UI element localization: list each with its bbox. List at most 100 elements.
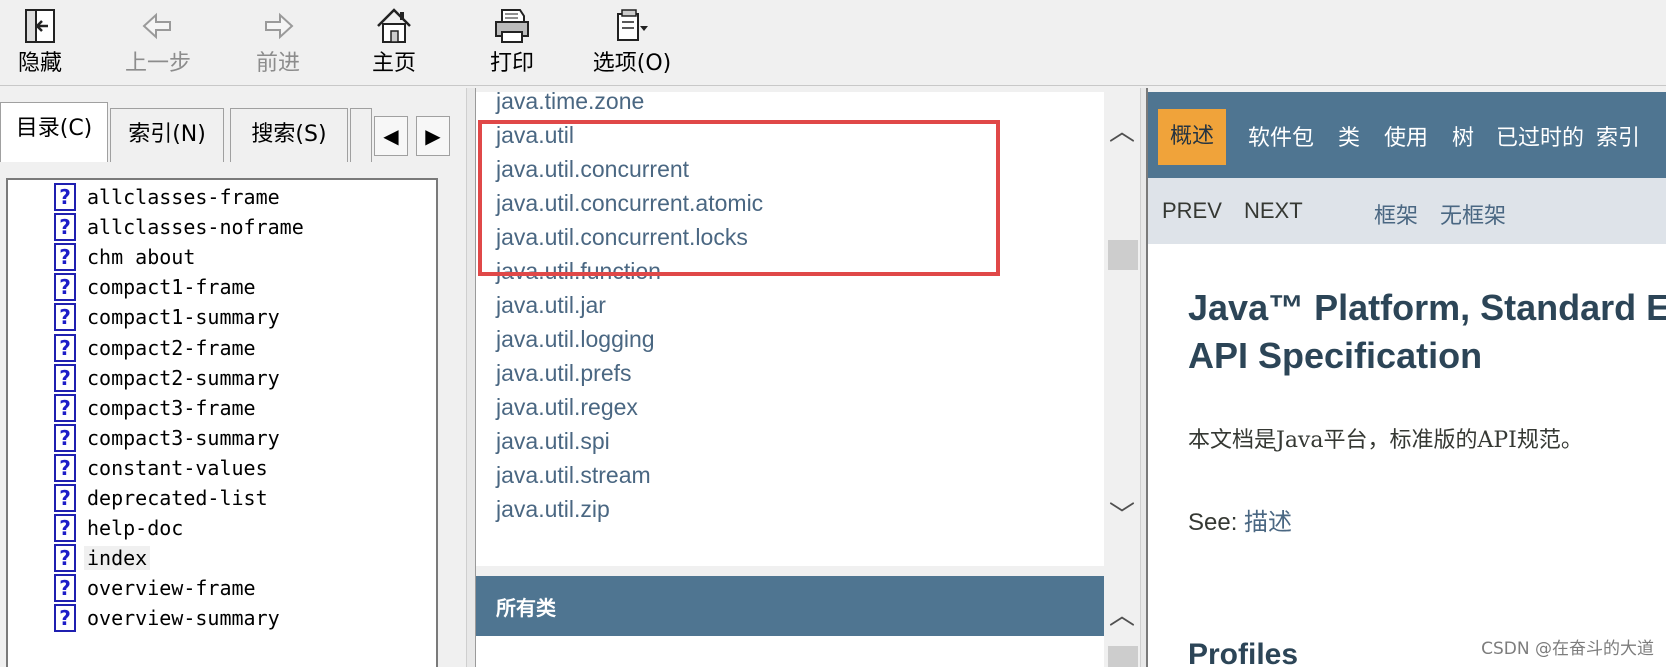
tree-item[interactable]: ? help-doc: [54, 513, 186, 543]
forward-button[interactable]: 前进: [228, 0, 328, 84]
help-page-icon: ?: [54, 514, 76, 543]
tab-search[interactable]: 搜索(S): [230, 108, 348, 162]
package-link[interactable]: java.util.logging: [496, 326, 655, 353]
home-icon: [377, 8, 411, 43]
packages-frame: java.time.zone java.util java.util.concurr…: [476, 92, 1104, 566]
package-link[interactable]: java.util.stream: [496, 462, 651, 489]
package-link[interactable]: java.util.function: [496, 258, 661, 285]
tree-item[interactable]: ? allclasses-frame: [54, 182, 283, 212]
tree-item-label: chm about: [87, 245, 196, 270]
profiles-heading: Profiles: [1188, 638, 1299, 667]
home-label: 主页: [371, 51, 416, 76]
package-link[interactable]: java.util.concurrent.atomic: [496, 190, 763, 217]
see-description-link[interactable]: 描述: [1244, 509, 1292, 536]
print-label: 打印: [489, 51, 534, 76]
tree-item[interactable]: ? index: [54, 543, 151, 573]
prev-link[interactable]: PREV: [1162, 198, 1222, 224]
tab-contents[interactable]: 目录(C): [0, 102, 108, 162]
package-link[interactable]: java.util.prefs: [496, 360, 632, 387]
frames-link[interactable]: 框架: [1374, 198, 1418, 230]
back-label: 上一步: [124, 51, 191, 76]
all-classes-frame: 所有类: [476, 572, 1104, 667]
tab-index[interactable]: 索引(N): [110, 108, 224, 162]
pane-splitter[interactable]: [466, 88, 476, 667]
tree-item[interactable]: ? compact2-summary: [54, 363, 283, 393]
back-arrow-icon: [142, 12, 171, 40]
package-link[interactable]: java.util.jar: [496, 292, 606, 319]
help-page-icon: ?: [54, 363, 76, 392]
nav-tab[interactable]: 树: [1452, 120, 1474, 152]
package-link[interactable]: java.util.regex: [496, 394, 638, 421]
package-link[interactable]: java.util: [496, 122, 574, 149]
tab-scroll-left-button[interactable]: ◀: [374, 116, 408, 156]
package-link[interactable]: java.util.concurrent.locks: [496, 224, 748, 251]
tree-item-label: deprecated-list: [87, 486, 268, 510]
scroll-up-icon[interactable]: ︿: [1104, 112, 1140, 152]
help-page-icon: ?: [54, 604, 76, 633]
tab-search-label: 搜索(S): [251, 122, 327, 147]
all-classes-title: 所有类: [496, 596, 556, 620]
next-link[interactable]: NEXT: [1244, 198, 1303, 224]
tab-contents-label: 目录(C): [15, 116, 93, 141]
page-description: 本文档是Java平台，标准版的API规范。: [1188, 428, 1583, 453]
tree-item[interactable]: ? compact3-frame: [54, 393, 259, 423]
sub-nav-bar: PREV NEXT 框架 无框架: [1148, 178, 1666, 244]
document-frame: 概述 软件包类使用树已过时的 索引 PREV NEXT 框架 无框架 Java™ P…: [1148, 92, 1666, 667]
tree-item[interactable]: ? deprecated-list: [54, 483, 271, 513]
printer-icon: [495, 9, 529, 43]
tab-scroll-right-button[interactable]: ▶: [416, 116, 450, 156]
home-button[interactable]: 主页: [344, 0, 444, 84]
options-button[interactable]: 选项(O): [580, 0, 684, 84]
nav-tab[interactable]: 索引: [1596, 120, 1640, 152]
tree-item-label: allclasses-noframe: [87, 215, 304, 240]
package-scrollbar[interactable]: ︿ ﹀: [1104, 92, 1140, 566]
print-button[interactable]: 打印: [462, 0, 562, 84]
help-page-icon: ?: [54, 453, 76, 482]
all-classes-scrollbar[interactable]: ︿: [1104, 576, 1140, 667]
scroll-thumb[interactable]: [1108, 240, 1138, 270]
package-link[interactable]: java.util.spi: [496, 428, 610, 455]
back-button[interactable]: 上一步: [108, 0, 208, 84]
hide-icon: [25, 9, 55, 43]
contents-tree: ? allclasses-frame? allclasses-noframe? chm…: [6, 178, 438, 667]
nav-tab[interactable]: 已过时的: [1496, 120, 1584, 152]
tree-item[interactable]: ? compact1-frame: [54, 272, 259, 302]
tree-item[interactable]: ? constant-values: [54, 453, 271, 483]
tree-item[interactable]: ? compact1-summary: [54, 302, 283, 332]
nav-tab[interactable]: 软件包: [1248, 120, 1314, 152]
tab-hidden-partial[interactable]: [350, 108, 372, 162]
help-page-icon: ?: [54, 574, 76, 603]
scroll-thumb[interactable]: [1108, 646, 1138, 667]
tab-index-label: 索引(N): [128, 122, 206, 147]
tree-item-label: overview-summary: [87, 606, 280, 631]
pane-splitter[interactable]: [1140, 88, 1148, 667]
tree-item-label: overview-frame: [87, 576, 256, 601]
package-link[interactable]: java.time.zone: [496, 92, 644, 115]
tree-item[interactable]: ? overview-frame: [54, 573, 259, 603]
package-link[interactable]: java.util.zip: [496, 496, 610, 523]
package-link[interactable]: java.util.concurrent: [496, 156, 689, 183]
tree-item[interactable]: ? overview-summary: [54, 603, 283, 633]
options-label: 选项(O): [592, 51, 672, 76]
help-page-icon: ?: [54, 213, 76, 242]
help-page-icon: ?: [54, 243, 76, 272]
help-page-icon: ?: [54, 333, 76, 362]
tree-item-label: compact2-frame: [87, 335, 256, 360]
tree-item-label: allclasses-frame: [87, 185, 280, 209]
tree-item[interactable]: ? chm about: [54, 242, 198, 272]
tree-item-label: compact3-frame: [87, 395, 256, 420]
nav-tab[interactable]: 概述: [1158, 109, 1227, 165]
navigation-pane: 目录(C) 索引(N) 搜索(S) ◀ ▶ ? allclasses-frame?…: [0, 88, 466, 667]
help-page-icon: ?: [54, 393, 76, 422]
scroll-down-icon[interactable]: ﹀: [1104, 496, 1140, 536]
nav-tab[interactable]: 使用: [1384, 120, 1428, 152]
hide-button[interactable]: 隐藏: [0, 0, 90, 84]
triangle-left-icon: ◀: [383, 124, 399, 148]
tree-item[interactable]: ? compact2-frame: [54, 333, 259, 363]
tree-item[interactable]: ? compact3-summary: [54, 423, 283, 453]
no-frames-link[interactable]: 无框架: [1440, 198, 1506, 230]
nav-tab[interactable]: 类: [1338, 120, 1360, 152]
scroll-up-icon[interactable]: ︿: [1104, 596, 1140, 636]
hide-label: 隐藏: [17, 51, 62, 76]
tree-item[interactable]: ? allclasses-noframe: [54, 212, 307, 242]
